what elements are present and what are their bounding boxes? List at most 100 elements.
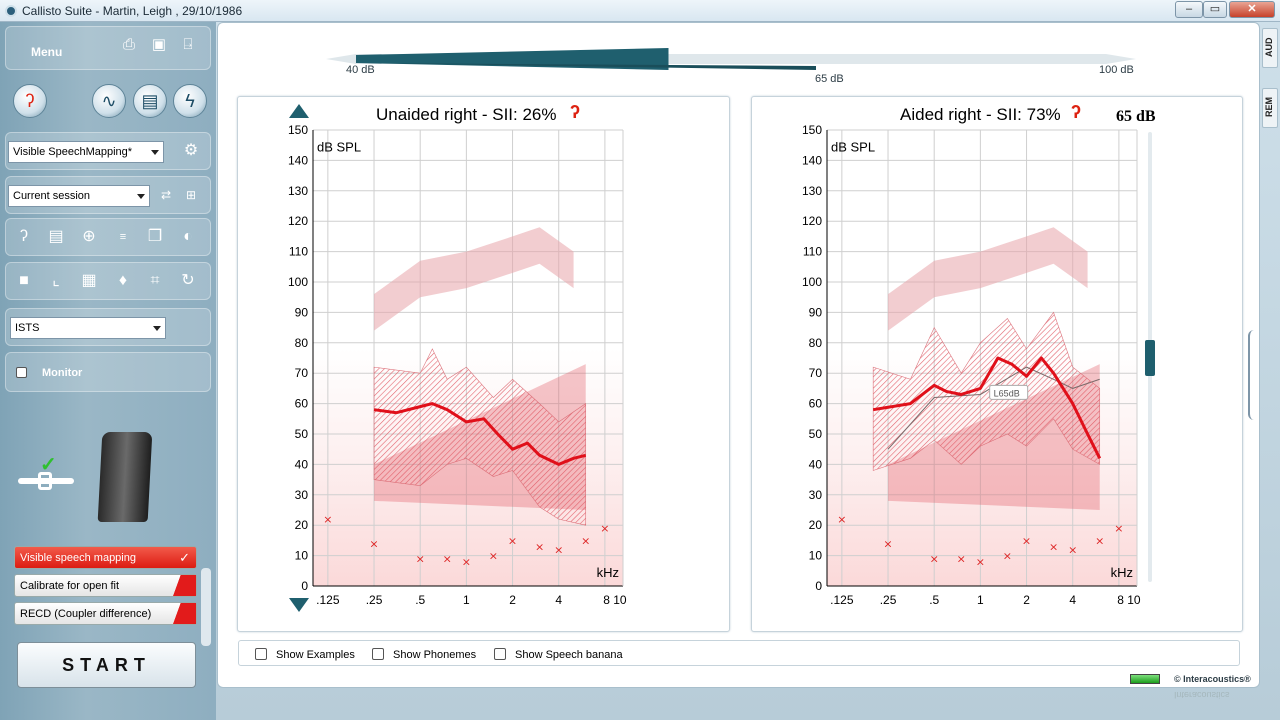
connection-status-icon: ✓: [18, 452, 78, 502]
threshold-marker: ×: [1022, 534, 1031, 547]
tools-row-2: ■ ⌞ ▦ ♦ ⌗ ↻: [5, 262, 211, 300]
step-status-marker: [168, 603, 196, 624]
mode-select-value: Visible SpeechMapping*: [13, 146, 133, 158]
signal-select[interactable]: ISTS: [10, 317, 166, 339]
level-annotation: L65dB: [994, 388, 1020, 398]
signal-box: ISTS: [5, 308, 211, 346]
show-examples-checkbox[interactable]: [255, 648, 267, 660]
notes-icon[interactable]: ▤: [46, 227, 66, 247]
maximize-button[interactable]: ▭: [1203, 1, 1227, 18]
refresh-ear-icon[interactable]: ↻: [178, 271, 198, 291]
x-tick-label: .25: [366, 593, 383, 607]
camera-icon[interactable]: ■: [14, 271, 34, 291]
hearing-device-image: [97, 432, 153, 522]
threshold-marker: ×: [443, 553, 452, 566]
y-tick-label: 20: [295, 518, 309, 532]
split-icon[interactable]: ◐: [178, 227, 198, 247]
session-select[interactable]: Current session: [8, 185, 150, 207]
print-icon[interactable]: ⎙: [119, 35, 139, 55]
axes-icon[interactable]: ⌞: [46, 271, 66, 291]
display-icon[interactable]: ▤: [133, 84, 167, 118]
x-tick-label: .25: [880, 593, 897, 607]
left-panel: Menu ⎙ ▣ ⍈ ʔ ∿ ▤ ϟ Visible SpeechMapping…: [0, 22, 216, 720]
threshold-marker: ×: [837, 513, 846, 526]
ucl-band: [888, 227, 1088, 331]
y-tick-label: 140: [288, 153, 308, 167]
show-speech-banana-label: Show Speech banana: [515, 649, 623, 661]
threshold-marker: ×: [957, 553, 966, 566]
y-tick-label: 50: [295, 427, 309, 441]
session-copy-icon[interactable]: ⇄: [156, 185, 176, 205]
y-tick-label: 100: [802, 275, 822, 289]
unaided-chart: 0 10 20 30 40 50 60 70 80 90 100 110 120 130 140 150 .12…: [288, 123, 627, 607]
x-tick-label: .5: [415, 593, 425, 607]
y-tick-label: 10: [809, 549, 823, 563]
settings-gear-icon[interactable]: ⚙: [181, 141, 201, 161]
globe-icon[interactable]: ⊕: [79, 227, 99, 247]
ear-tool-icon[interactable]: ʔ: [14, 227, 34, 247]
y-tick-label: 90: [295, 305, 309, 319]
tab-aud-label: AUD: [1264, 37, 1274, 58]
tab-rem-label: REM: [1264, 97, 1274, 117]
y-tick-label: 70: [295, 366, 309, 380]
input-level-slider[interactable]: [326, 42, 1136, 92]
threshold-marker: ×: [1114, 522, 1123, 535]
step-label: Visible speech mapping: [20, 552, 136, 564]
layers-icon[interactable]: ❐: [145, 227, 165, 247]
x-tick-label: 4: [1069, 593, 1076, 607]
close-button[interactable]: ✕: [1229, 1, 1275, 18]
step-recd[interactable]: RECD (Coupler difference): [14, 602, 197, 625]
x-tick-label: 2: [1023, 593, 1030, 607]
mode-select[interactable]: Visible SpeechMapping*: [8, 141, 164, 163]
threshold-marker: ×: [416, 553, 425, 566]
exit-icon[interactable]: ⍈: [178, 35, 198, 55]
aided-level-thumb[interactable]: [1145, 340, 1155, 376]
flash-icon[interactable]: ϟ: [173, 84, 207, 118]
y-tick-label: 120: [288, 214, 308, 228]
start-button[interactable]: START: [17, 642, 196, 688]
mode-box: Visible SpeechMapping* ⚙: [5, 132, 211, 170]
tools-row-1: ʔ ▤ ⊕ ≡ ❐ ◐: [5, 218, 211, 256]
brand-reflection: Interacoustics: [1174, 690, 1230, 700]
measure-icon[interactable]: ∿: [92, 84, 126, 118]
threshold-marker: ×: [369, 537, 378, 550]
scale-up-arrow-icon[interactable]: [289, 104, 309, 118]
tab-rem[interactable]: REM: [1262, 88, 1278, 128]
threshold-marker: ×: [581, 534, 590, 547]
step-calibrate-open-fit[interactable]: Calibrate for open fit: [14, 574, 197, 597]
threshold-marker: ×: [883, 537, 892, 550]
session-select-value: Current session: [13, 190, 91, 202]
show-phonemes-checkbox[interactable]: [372, 648, 384, 660]
session-add-icon[interactable]: ⊞: [181, 185, 201, 205]
show-examples-label: Show Examples: [276, 649, 355, 661]
y-tick-label: 140: [802, 153, 822, 167]
steps-scrollbar[interactable]: [201, 568, 211, 646]
app-icon: [5, 5, 17, 17]
threshold-marker: ×: [489, 550, 498, 563]
menu-button[interactable]: Menu: [31, 45, 62, 59]
monitor-checkbox[interactable]: [16, 367, 27, 378]
show-speech-banana-checkbox[interactable]: [494, 648, 506, 660]
chevron-down-icon: [151, 150, 159, 155]
monitor-box: Monitor: [5, 352, 211, 392]
step-visible-speech-mapping[interactable]: Visible speech mapping ✓: [14, 546, 197, 569]
y-tick-label: 110: [803, 245, 822, 259]
threshold-marker: ×: [1049, 540, 1058, 553]
ear-icon[interactable]: ʔ: [13, 84, 47, 118]
menu-box: Menu ⎙ ▣ ⍈: [5, 26, 211, 70]
grid-axes-icon[interactable]: ⌗: [145, 271, 165, 291]
save-icon[interactable]: ▣: [149, 35, 169, 55]
x-tick-label: 1: [977, 593, 984, 607]
threshold-marker: ×: [554, 544, 563, 557]
minimize-button[interactable]: –: [1175, 1, 1203, 18]
y-tick-label: 40: [295, 457, 309, 471]
tab-aud[interactable]: AUD: [1262, 28, 1278, 68]
puzzle-icon[interactable]: ♦: [113, 271, 133, 291]
y-tick-label: 80: [809, 336, 823, 350]
ucl-icon[interactable]: ≡: [113, 227, 133, 247]
collapse-panel-icon[interactable]: [1248, 330, 1258, 420]
y-tick-label: 10: [295, 549, 309, 563]
table-icon[interactable]: ▦: [79, 271, 99, 291]
y-tick-label: 120: [802, 214, 822, 228]
interacoustics-brand: © Interacoustics®: [1174, 674, 1251, 684]
